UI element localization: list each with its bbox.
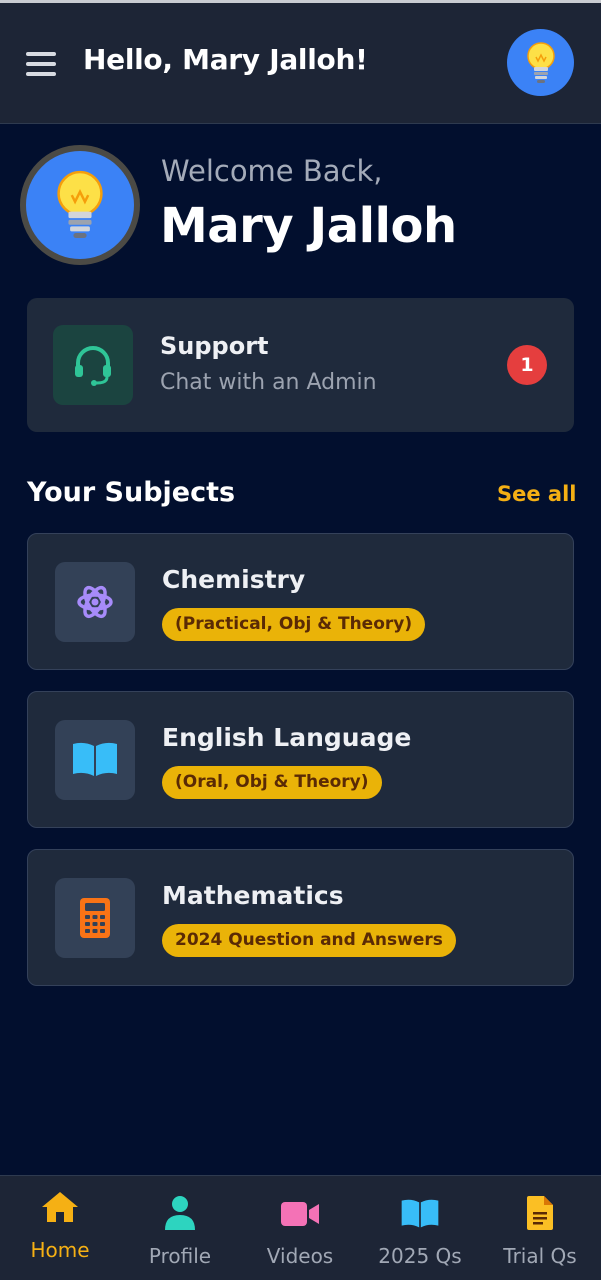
calculator-icon <box>80 898 110 938</box>
support-title: Support <box>160 332 269 360</box>
subject-name: English Language <box>162 723 412 752</box>
support-card[interactable]: Support Chat with an Admin 1 <box>27 298 574 432</box>
subject-name: Mathematics <box>162 881 344 910</box>
atom-icon <box>77 585 113 619</box>
nav-item-videos[interactable]: Videos <box>240 1176 360 1280</box>
nav-label: 2025 Qs <box>378 1244 462 1268</box>
document-icon <box>527 1196 553 1230</box>
header-greeting: Hello, Mary Jalloh! <box>83 43 368 76</box>
subject-icon-box <box>55 878 135 958</box>
subject-icon-box <box>55 720 135 800</box>
subjects-section-title: Your Subjects <box>27 477 236 508</box>
home-icon <box>42 1192 78 1222</box>
user-icon <box>165 1196 195 1230</box>
open-book-icon <box>73 742 117 776</box>
nav-item-2025-qs[interactable]: 2025 Qs <box>360 1176 480 1280</box>
bottom-navigation: Home Profile Videos 2025 Qs Trial Qs <box>0 1175 601 1280</box>
hamburger-menu-icon[interactable] <box>26 52 56 76</box>
nav-label: Profile <box>148 1244 212 1268</box>
headset-icon <box>75 346 111 386</box>
open-book-icon <box>401 1199 439 1228</box>
subject-tag: 2024 Question and Answers <box>162 924 456 957</box>
lightbulb-icon <box>526 41 555 83</box>
welcome-subtitle: Welcome Back, <box>161 154 383 188</box>
support-subtitle: Chat with an Admin <box>160 370 377 395</box>
notification-badge: 1 <box>507 345 547 385</box>
nav-item-home[interactable]: Home <box>0 1176 120 1280</box>
header-avatar[interactable] <box>507 29 574 96</box>
nav-label: Home <box>30 1238 90 1262</box>
support-icon-box <box>53 325 133 405</box>
subject-card-mathematics[interactable]: Mathematics 2024 Question and Answers <box>27 849 574 986</box>
subject-name: Chemistry <box>162 565 306 594</box>
welcome-name: Mary Jalloh <box>160 198 457 254</box>
see-all-link[interactable]: See all <box>497 482 577 506</box>
subject-tag: (Oral, Obj & Theory) <box>162 766 382 799</box>
nav-item-profile[interactable]: Profile <box>120 1176 240 1280</box>
nav-item-trial-qs[interactable]: Trial Qs <box>480 1176 600 1280</box>
video-camera-icon <box>281 1202 319 1226</box>
subject-icon-box <box>55 562 135 642</box>
profile-avatar <box>20 145 140 265</box>
subject-card-chemistry[interactable]: Chemistry (Practical, Obj & Theory) <box>27 533 574 670</box>
nav-label: Trial Qs <box>503 1244 577 1268</box>
subject-card-english[interactable]: English Language (Oral, Obj & Theory) <box>27 691 574 828</box>
lightbulb-icon <box>57 170 103 238</box>
nav-label: Videos <box>266 1244 334 1268</box>
app-header: Hello, Mary Jalloh! <box>0 3 601 124</box>
subject-tag: (Practical, Obj & Theory) <box>162 608 426 641</box>
